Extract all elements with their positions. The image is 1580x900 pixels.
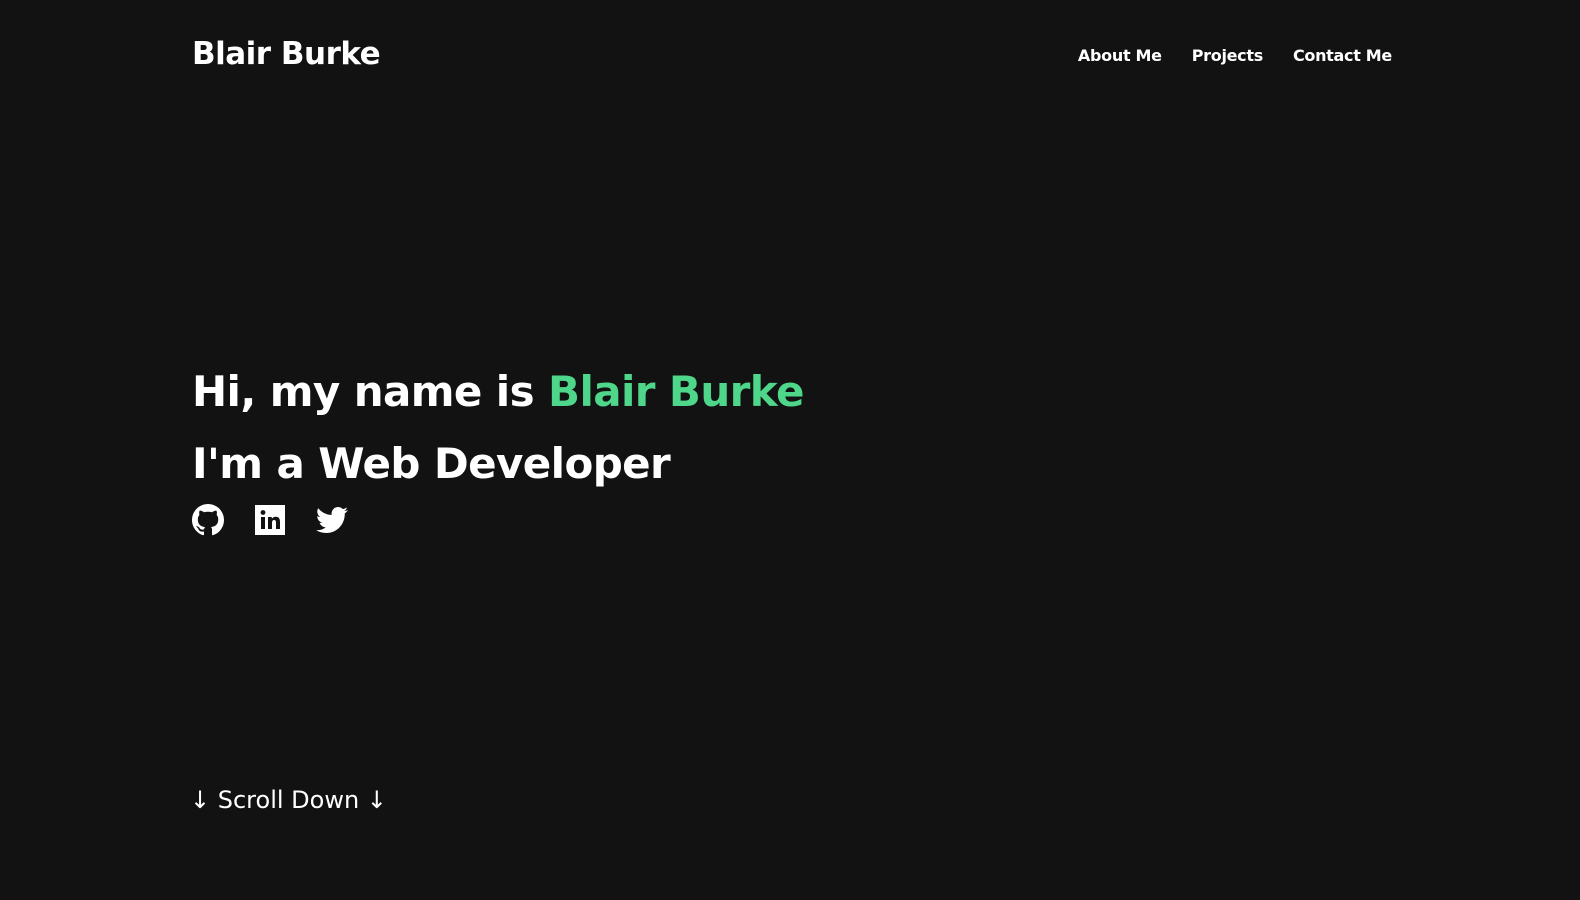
twitter-icon [316, 507, 348, 533]
main-nav: About Me Projects Contact Me [1078, 46, 1392, 65]
hero-name-highlight: Blair Burke [548, 367, 804, 416]
linkedin-icon [255, 505, 285, 535]
hero-section: Hi, my name is Blair Burke I'm a Web Dev… [192, 362, 804, 494]
hero-role: I'm a Web Developer [192, 439, 671, 488]
nav-link-about-me[interactable]: About Me [1078, 46, 1162, 65]
nav-link-contact-me[interactable]: Contact Me [1293, 46, 1392, 65]
social-links [192, 504, 348, 536]
github-icon [192, 504, 224, 536]
site-header: Blair Burke About Me Projects Contact Me [192, 0, 1392, 112]
nav-link-projects[interactable]: Projects [1192, 46, 1264, 65]
linkedin-link[interactable] [254, 504, 286, 536]
twitter-link[interactable] [316, 504, 348, 536]
hero-greeting: Hi, my name is Blair Burke [192, 362, 804, 422]
hero-greeting-prefix: Hi, my name is [192, 367, 549, 416]
github-link[interactable] [192, 504, 224, 536]
scroll-down-link[interactable]: ↓ Scroll Down ↓ [190, 786, 387, 814]
site-logo[interactable]: Blair Burke [192, 36, 381, 72]
